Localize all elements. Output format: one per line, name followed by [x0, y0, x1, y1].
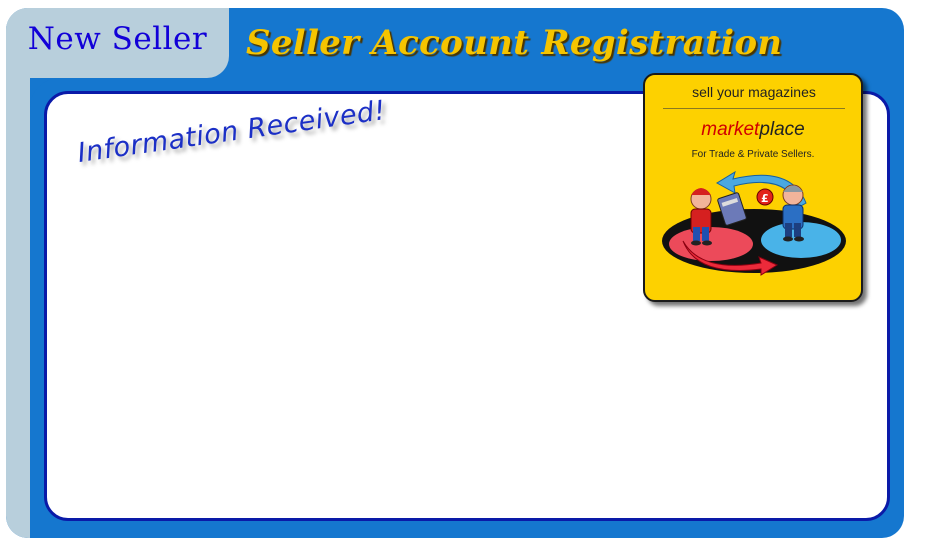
page-title: Seller Account Registration [246, 23, 783, 63]
new-seller-label: New Seller [27, 21, 208, 57]
traders-exchange-illustration: £ [662, 170, 846, 276]
ad-headline: sell your magazines [692, 84, 816, 100]
marketplace-ad[interactable]: sell your magazines marketplace For Trad… [643, 73, 863, 302]
ad-tagline: For Trade & Private Sellers. [691, 149, 815, 160]
new-seller-tab: New Seller [6, 8, 229, 78]
logo-part-market: market [701, 119, 760, 140]
ad-divider [663, 108, 845, 109]
svg-text:£: £ [761, 192, 769, 205]
marketplace-logo: marketplace [645, 119, 861, 141]
logo-part-place: place [759, 119, 805, 140]
left-strip [6, 8, 30, 538]
